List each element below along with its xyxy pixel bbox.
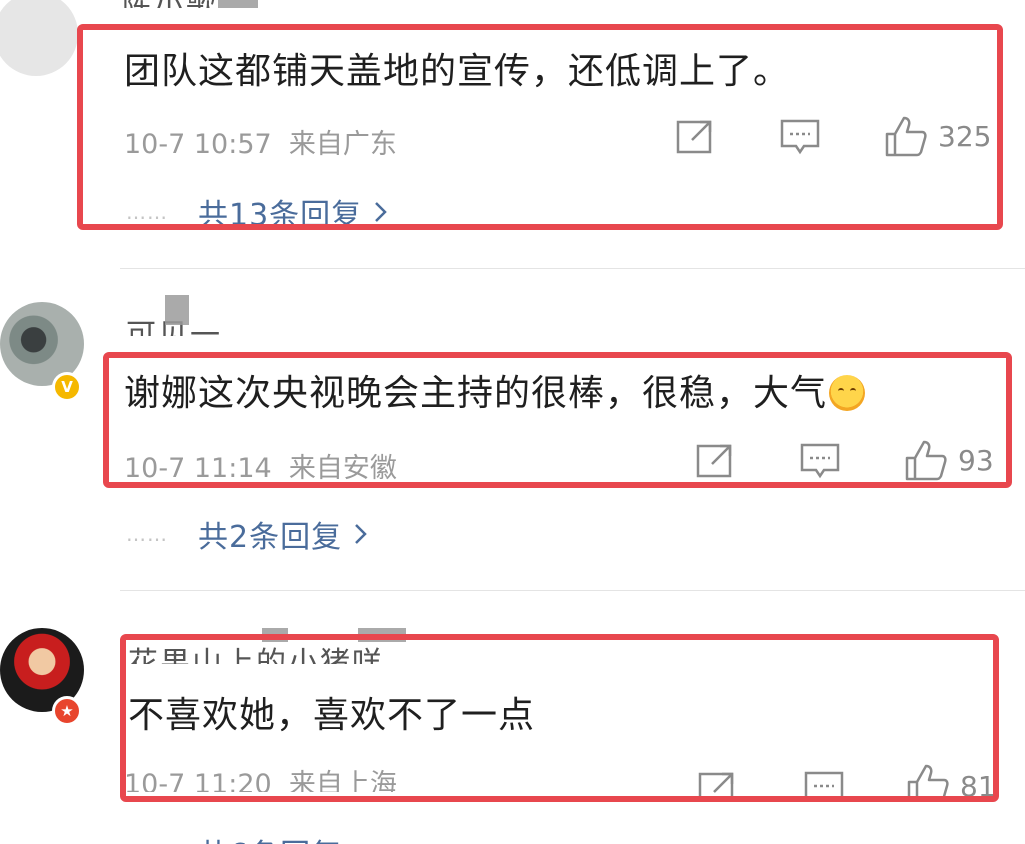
mosaic-block <box>165 295 189 325</box>
comment-icon <box>804 771 844 796</box>
comment-button[interactable] <box>800 442 840 480</box>
comment-icon <box>780 119 820 155</box>
share-button[interactable] <box>696 442 736 478</box>
reply-summary[interactable]: …… 共2条回复 <box>126 512 368 556</box>
emoji-icon <box>829 375 866 411</box>
share-button[interactable] <box>676 118 716 154</box>
avatar[interactable] <box>0 0 78 76</box>
comment-location: 来自上海 <box>288 769 397 792</box>
mosaic-block <box>218 0 258 8</box>
username[interactable]: 花果山上的小猪咩 <box>128 636 384 664</box>
comment-time: 10-7 11:20 <box>124 769 272 792</box>
comment-item: ★ 花果山上的小猪咩 不喜欢她，喜欢不了一点 10-7 11:20 来自上海 8… <box>0 590 1025 844</box>
comment-button[interactable] <box>780 118 820 156</box>
comment-time: 10-7 11:14 <box>124 453 272 484</box>
mosaic-block <box>358 628 406 642</box>
comment-meta: 10-7 11:20 来自上海 <box>124 768 397 792</box>
share-icon <box>696 444 732 478</box>
verified-badge: V <box>52 372 82 402</box>
comment-text-body: 谢娜这次央视晚会主持的很棒，很稳，大气 <box>124 373 828 414</box>
like-icon <box>907 764 949 796</box>
comment-location: 来自安徽 <box>288 453 397 484</box>
username[interactable]: 陈小歌 <box>122 0 218 8</box>
like-count: 325 <box>938 119 992 153</box>
like-icon <box>885 116 927 157</box>
replies-link[interactable]: 共13条回复 <box>198 190 362 234</box>
reply-dots: …… <box>126 830 168 844</box>
comment-time: 10-7 10:57 <box>124 129 272 160</box>
comment-text: 团队这都铺天盖地的宣传，还低调上了。 <box>124 51 791 92</box>
comment-item: V 可见一 谢娜这次央视晚会主持的很棒，很稳，大气 10-7 11:14 来自安… <box>0 268 1025 588</box>
chevron-right-icon <box>355 524 367 544</box>
reply-dots: …… <box>126 522 168 546</box>
like-button[interactable]: 93 <box>904 438 994 482</box>
mosaic-block <box>262 628 288 642</box>
comment-meta: 10-7 11:14 来自安徽 <box>124 446 397 485</box>
like-button[interactable]: 81 <box>906 762 996 796</box>
comment-text: 不喜欢她，喜欢不了一点 <box>128 695 536 736</box>
reply-dots: …… <box>126 200 168 224</box>
like-button[interactable]: 325 <box>884 114 991 158</box>
comment-meta: 10-7 10:57 来自广东 <box>124 122 397 161</box>
like-icon <box>905 440 947 481</box>
chevron-right-icon <box>375 202 387 222</box>
share-icon <box>676 120 712 154</box>
comment-location: 来自广东 <box>288 129 397 160</box>
reply-summary[interactable]: …… 共13条回复 <box>126 190 388 234</box>
comment-icon <box>800 443 840 479</box>
share-button[interactable] <box>698 770 738 796</box>
share-icon <box>698 772 734 796</box>
like-count: 81 <box>960 770 996 796</box>
like-count: 93 <box>958 443 994 477</box>
replies-link[interactable]: 共2条回复 <box>198 512 342 556</box>
comment-item: 陈小歌 团队这都铺天盖地的宣传，还低调上了。 10-7 10:57 来自广东 3… <box>0 0 1025 250</box>
star-badge: ★ <box>52 696 82 726</box>
comment-text: 谢娜这次央视晚会主持的很棒，很稳，大气 <box>124 364 866 416</box>
comment-button[interactable] <box>804 770 844 796</box>
replies-link[interactable]: 共6条回复 <box>198 830 342 844</box>
reply-summary[interactable]: …… 共6条回复 <box>126 830 342 844</box>
